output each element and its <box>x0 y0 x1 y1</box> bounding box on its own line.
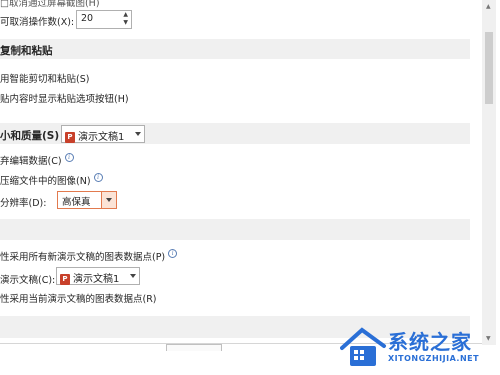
ppt-file-icon: P <box>65 131 75 143</box>
size-doc-dropdown[interactable]: P 演示文稿1 <box>61 125 145 143</box>
watermark-url: XITONGZHIJIA.NET <box>388 354 480 363</box>
resolution-label: 分辨率(D): <box>0 198 47 209</box>
section-header-copy-paste: 复制和粘贴 <box>0 39 470 59</box>
info-icon: i <box>93 173 103 182</box>
size-doc-value: 演示文稿1 <box>78 132 125 143</box>
ppt-file-icon: P <box>60 273 70 285</box>
chevron-down-icon <box>106 198 112 202</box>
partial-option-label: □取消通过屏幕截图(H) <box>0 0 100 9</box>
watermark-brand: 系统之家 <box>388 330 472 354</box>
house-logo-icon <box>340 327 386 366</box>
spin-down-icon[interactable]: ▼ <box>123 19 128 26</box>
current-doc-chart-option[interactable]: 性采用当前演示文稿的图表数据点(R) <box>0 291 157 305</box>
info-icon: i <box>168 249 178 258</box>
current-doc-label: 演示文稿(C): <box>0 275 56 286</box>
info-icon: i <box>64 153 74 162</box>
undo-count-value: 20 <box>81 13 94 24</box>
section-header-chart-data <box>0 219 470 240</box>
scroll-up-icon[interactable]: ▲ <box>486 3 491 10</box>
vertical-scrollbar[interactable]: ▲ ▼ <box>482 0 496 345</box>
discard-edit-data-option[interactable]: 弃编辑数据(C) i <box>0 153 74 167</box>
resolution-dropdown-button[interactable] <box>101 192 116 208</box>
section-title-size-quality: 小和质量(S) <box>0 130 60 142</box>
chart-doc-dropdown[interactable]: P 演示文稿1 <box>56 267 140 285</box>
all-new-docs-chart-option[interactable]: 性采用所有新演示文稿的图表数据点(P) i <box>0 249 178 263</box>
all-new-docs-chart-label: 性采用所有新演示文稿的图表数据点(P) <box>0 252 166 263</box>
undo-count-label: 可取消操作数(X): <box>0 17 75 28</box>
scroll-thumb[interactable] <box>485 32 493 104</box>
resolution-value: 高保真 <box>62 197 91 208</box>
chevron-down-icon <box>135 132 141 136</box>
resolution-dropdown[interactable]: 高保真 <box>57 191 117 209</box>
watermark-logo: 系统之家 XITONGZHIJIA.NET <box>340 322 498 374</box>
chart-doc-value: 演示文稿1 <box>73 274 120 285</box>
smart-cut-paste-option[interactable]: 用智能剪切和粘贴(S) <box>0 71 89 85</box>
discard-edit-data-label: 弃编辑数据(C) <box>0 156 62 167</box>
section-title-copy-paste: 复制和粘贴 <box>0 45 53 57</box>
partial-button[interactable] <box>166 344 222 351</box>
spin-up-icon[interactable]: ▲ <box>123 11 128 18</box>
chevron-down-icon <box>130 274 136 278</box>
no-compress-images-option[interactable]: 压缩文件中的图像(N) i <box>0 173 103 187</box>
no-compress-images-label: 压缩文件中的图像(N) <box>0 176 91 187</box>
show-paste-options-option[interactable]: 贴内容时显示粘贴选项按钮(H) <box>0 91 129 105</box>
undo-count-spinner[interactable]: 20 ▲ ▼ <box>76 10 132 29</box>
